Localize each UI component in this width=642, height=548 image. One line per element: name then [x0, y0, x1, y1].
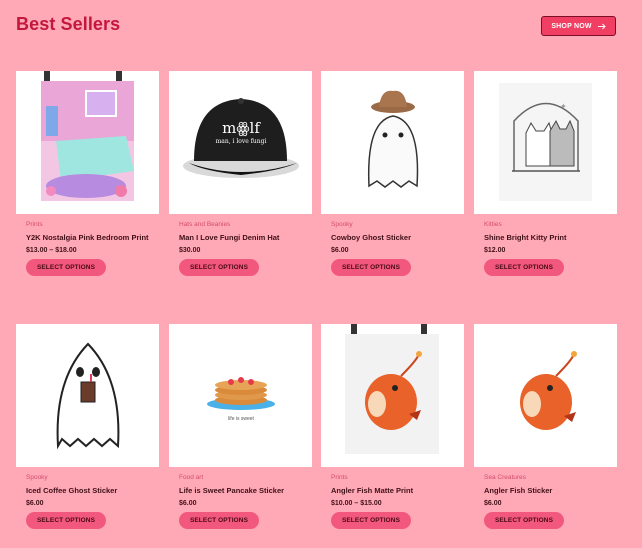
pink-bedroom-print-icon — [41, 71, 134, 201]
angler-fish-icon — [520, 351, 577, 430]
product-card[interactable]: Sea Creatures Angler Fish Sticker $6.00 … — [474, 324, 617, 529]
product-price: $6.00 — [179, 500, 197, 507]
product-card[interactable]: mꙮlf man, i love fungi Hats and Beanies … — [169, 71, 312, 276]
product-name[interactable]: Life is Sweet Pancake Sticker — [179, 486, 306, 496]
product-category[interactable]: Kitties — [484, 221, 617, 228]
product-name[interactable]: Angler Fish Sticker — [484, 486, 611, 496]
product-category[interactable]: Food art — [179, 474, 312, 481]
product-category[interactable]: Spooky — [26, 474, 159, 481]
product-category[interactable]: Spooky — [331, 221, 464, 228]
product-image[interactable] — [321, 324, 464, 467]
product-image[interactable]: mꙮlf man, i love fungi — [169, 71, 312, 214]
product-price: $6.00 — [331, 247, 349, 254]
product-name[interactable]: Shine Bright Kitty Print — [484, 233, 611, 243]
product-price: $6.00 — [26, 500, 44, 507]
pancake-caption: life is sweet — [228, 416, 254, 422]
coffee-ghost-icon — [56, 342, 120, 450]
product-category[interactable]: Prints — [331, 474, 464, 481]
select-options-button[interactable]: SELECT OPTIONS — [331, 259, 411, 276]
product-price: $6.00 — [484, 500, 502, 507]
select-options-button[interactable]: SELECT OPTIONS — [179, 512, 259, 529]
shop-now-button[interactable]: SHOP NOW — [541, 16, 616, 36]
product-category[interactable]: Hats and Beanies — [179, 221, 312, 228]
product-name[interactable]: Iced Coffee Ghost Sticker — [26, 486, 153, 496]
select-options-button[interactable]: SELECT OPTIONS — [484, 259, 564, 276]
product-price: $12.00 — [484, 247, 506, 254]
product-category[interactable]: Sea Creatures — [484, 474, 617, 481]
product-category[interactable]: Prints — [26, 221, 159, 228]
product-price: $10.00 – $15.00 — [331, 500, 382, 507]
product-price: $13.00 – $18.00 — [26, 247, 77, 254]
select-options-button[interactable]: SELECT OPTIONS — [331, 512, 411, 529]
product-price: $30.00 — [179, 247, 201, 254]
product-image[interactable]: ✦ — [474, 71, 617, 214]
product-name[interactable]: Cowboy Ghost Sticker — [331, 233, 458, 243]
product-card[interactable]: Spooky Iced Coffee Ghost Sticker $6.00 S… — [16, 324, 159, 529]
select-options-button[interactable]: SELECT OPTIONS — [26, 512, 106, 529]
product-card[interactable]: Spooky Cowboy Ghost Sticker $6.00 SELECT… — [321, 71, 464, 276]
black-cap-icon: mꙮlf man, i love fungi — [183, 98, 299, 178]
pancake-stack-icon: life is sweet — [207, 377, 275, 422]
kitty-sketch-icon: ✦ — [499, 83, 592, 201]
select-options-button[interactable]: SELECT OPTIONS — [179, 259, 259, 276]
shop-now-label: SHOP NOW — [551, 22, 592, 30]
cowboy-ghost-icon — [367, 90, 419, 188]
product-card[interactable]: Prints Angler Fish Matte Print $10.00 – … — [321, 324, 464, 529]
product-card[interactable]: ✦ Kitties Shine Bright Kitty Print $12.0… — [474, 71, 617, 276]
angler-fish-print-icon — [345, 324, 439, 454]
select-options-button[interactable]: SELECT OPTIONS — [484, 512, 564, 529]
product-card[interactable]: Prints Y2K Nostalgia Pink Bedroom Print … — [16, 71, 159, 276]
product-image[interactable] — [16, 324, 159, 467]
hat-tagline: man, i love fungi — [216, 138, 267, 145]
product-name[interactable]: Angler Fish Matte Print — [331, 486, 458, 496]
product-image[interactable] — [16, 71, 159, 214]
arrow-right-icon — [597, 23, 606, 29]
section-title: Best Sellers — [16, 14, 121, 34]
product-card[interactable]: life is sweet Food art Life is Sweet Pan… — [169, 324, 312, 529]
product-image[interactable] — [321, 71, 464, 214]
product-name[interactable]: Y2K Nostalgia Pink Bedroom Print — [26, 233, 153, 243]
product-image[interactable]: life is sweet — [169, 324, 312, 467]
select-options-button[interactable]: SELECT OPTIONS — [26, 259, 106, 276]
product-name[interactable]: Man I Love Fungi Denim Hat — [179, 233, 306, 243]
svg-text:✦: ✦ — [560, 102, 567, 111]
hat-logo: mꙮlf — [222, 119, 261, 137]
product-image[interactable] — [474, 324, 617, 467]
